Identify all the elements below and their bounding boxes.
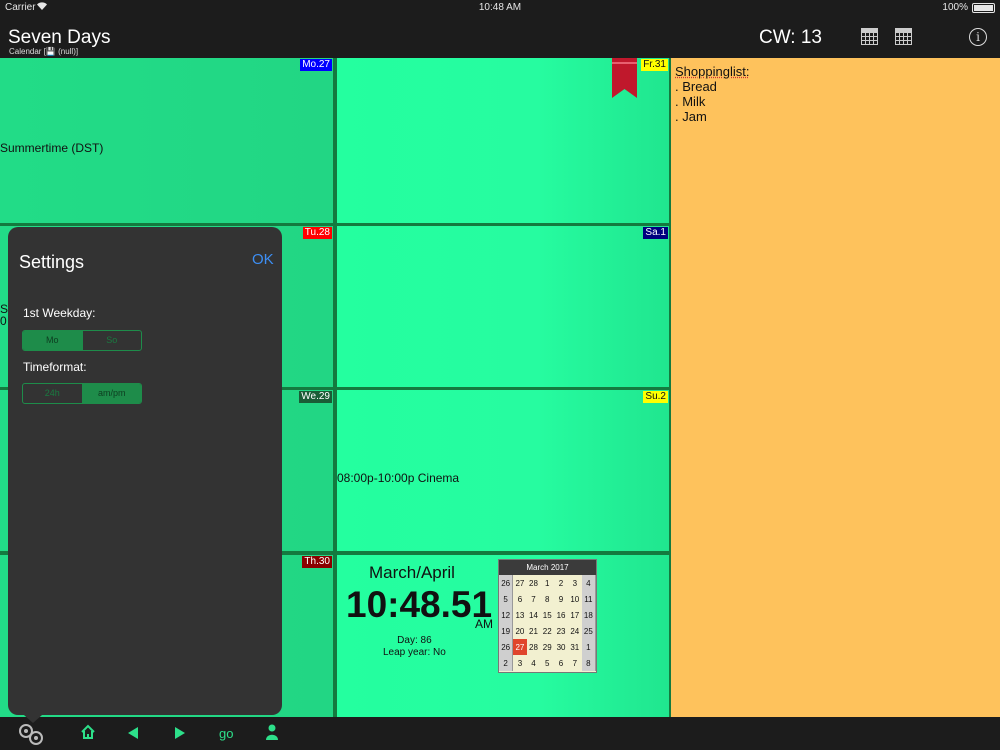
mini-calendar-day[interactable]: 21 <box>527 623 541 639</box>
notes-heading: Shoppinglist: <box>675 64 750 79</box>
calendar-week-icon[interactable] <box>895 28 912 45</box>
timeformat-label: Timeformat: <box>23 360 87 374</box>
timeformat-option-24h[interactable]: 24h <box>23 384 82 403</box>
mini-calendar-day[interactable]: 17 <box>568 607 582 623</box>
event-entry-partial: 0 <box>0 314 7 328</box>
mini-calendar-day[interactable]: 11 <box>581 591 596 607</box>
go-button[interactable]: go <box>219 726 233 741</box>
notes-item: . Bread <box>675 79 717 94</box>
mini-calendar-day[interactable]: 3 <box>568 575 582 591</box>
timeformat-option-ampm[interactable]: am/pm <box>81 384 141 403</box>
mini-calendar-day[interactable]: 8 <box>581 655 596 671</box>
mini-calendar-day[interactable]: 19 <box>499 623 513 639</box>
event-entry[interactable]: 08:00p-10:00p Cinema <box>337 471 459 485</box>
mini-calendar-title: March 2017 <box>499 560 596 575</box>
day-cell-monday[interactable]: Mo.27 Summertime (DST) <box>0 58 333 223</box>
battery-percent: 100% <box>942 2 968 13</box>
mini-calendar-day[interactable]: 20 <box>512 623 527 639</box>
weekday-segmented-control[interactable]: Mo So <box>22 330 142 351</box>
clock-ampm: AM <box>475 617 493 631</box>
notes-item: . Jam <box>675 109 707 124</box>
mini-calendar-day[interactable]: 6 <box>512 591 527 607</box>
mini-calendar-day[interactable]: 23 <box>554 623 568 639</box>
battery-icon <box>972 3 995 13</box>
status-time: 10:48 AM <box>478 2 522 13</box>
mini-calendar-table: 26 27 28 1 2 3 4 5 6 7 8 9 10 11 12 13 14 15 16 17 18 19 20 21 2… <box>499 575 596 671</box>
calendar-source: Calendar [💾 (null)] <box>9 47 79 56</box>
mini-calendar-day[interactable]: 4 <box>527 655 541 671</box>
mini-calendar-day[interactable]: 10 <box>568 591 582 607</box>
mini-calendar-day[interactable]: 30 <box>554 639 568 655</box>
mini-calendar-day[interactable]: 8 <box>540 591 554 607</box>
mini-calendar-day[interactable]: 27 <box>512 575 527 591</box>
mini-calendar-day[interactable]: 28 <box>527 639 541 655</box>
ok-button[interactable]: OK <box>252 251 274 268</box>
mini-calendar-day[interactable]: 1 <box>540 575 554 591</box>
mini-calendar-day[interactable]: 18 <box>581 607 596 623</box>
day-label-tuesday: Tu.28 <box>302 227 332 239</box>
mini-calendar-day[interactable]: 14 <box>527 607 541 623</box>
day-cell-sunday[interactable]: Su.2 08:00p-10:00p Cinema <box>337 390 669 551</box>
mini-calendar-day[interactable]: 2 <box>554 575 568 591</box>
mini-calendar-day[interactable]: 15 <box>540 607 554 623</box>
mini-calendar-day[interactable]: 22 <box>540 623 554 639</box>
status-bar: Carrier 10:48 AM 100% <box>0 0 1000 16</box>
day-info: Day: 86 Leap year: No <box>383 635 446 659</box>
mini-calendar-day[interactable]: 13 <box>512 607 527 623</box>
mini-calendar-day[interactable]: 5 <box>499 591 513 607</box>
day-label-thursday: Th.30 <box>302 556 332 568</box>
settings-title: Settings <box>19 252 85 272</box>
mini-calendar-day[interactable]: 24 <box>568 623 582 639</box>
leap-year: Leap year: No <box>383 647 446 658</box>
event-entry[interactable]: Summertime (DST) <box>0 141 103 155</box>
mini-calendar-day[interactable]: 27 <box>512 639 527 655</box>
mini-calendar-day[interactable]: 16 <box>554 607 568 623</box>
weekday-option-so[interactable]: So <box>81 331 142 350</box>
day-label-friday: Fr.31 <box>641 59 668 71</box>
mini-calendar-day[interactable]: 2 <box>499 655 513 671</box>
settings-gears-icon[interactable] <box>16 722 46 746</box>
info-icon[interactable]: i <box>969 28 987 46</box>
mini-calendar-day[interactable]: 28 <box>527 575 541 591</box>
mini-calendar-day[interactable]: 9 <box>554 591 568 607</box>
month-label: March/April <box>369 563 455 582</box>
mini-calendar-day[interactable]: 26 <box>499 575 513 591</box>
next-arrow-icon[interactable] <box>174 726 186 742</box>
bottom-toolbar <box>0 717 1000 750</box>
mini-calendar[interactable]: March 2017 26 27 28 1 2 3 4 5 6 7 8 9 10 11 12 13 14 15 16… <box>498 559 597 673</box>
mini-calendar-day[interactable]: 25 <box>581 623 596 639</box>
previous-arrow-icon[interactable] <box>127 726 139 742</box>
weekday-label: 1st Weekday: <box>23 306 96 320</box>
mini-calendar-day[interactable]: 5 <box>540 655 554 671</box>
day-of-year: Day: 86 <box>397 635 432 646</box>
mini-calendar-day[interactable]: 31 <box>568 639 582 655</box>
top-bar: Seven Days Calendar [💾 (null)] CW: 13 i <box>0 16 1000 58</box>
home-icon[interactable] <box>80 724 96 743</box>
day-label-saturday: Sa.1 <box>643 227 668 239</box>
mini-calendar-day[interactable]: 7 <box>568 655 582 671</box>
day-label-sunday: Su.2 <box>643 391 668 403</box>
mini-calendar-day[interactable]: 6 <box>554 655 568 671</box>
day-label-wednesday: We.29 <box>299 391 332 403</box>
mini-calendar-day[interactable]: 12 <box>499 607 513 623</box>
calendar-icon[interactable] <box>861 28 878 45</box>
mini-calendar-day[interactable]: 3 <box>512 655 527 671</box>
settings-popover: Settings OK 1st Weekday: Mo So Timeforma… <box>8 227 282 715</box>
day-cell-saturday[interactable]: Sa.1 <box>337 226 669 387</box>
person-icon[interactable] <box>265 724 279 743</box>
mini-calendar-day[interactable]: 26 <box>499 639 513 655</box>
clock-time: 10:48.51 <box>346 584 493 625</box>
weekday-option-mo[interactable]: Mo <box>23 331 82 350</box>
notes-panel[interactable]: Shoppinglist: . Bread . Milk . Jam <box>671 58 1000 717</box>
mini-calendar-day[interactable]: 7 <box>527 591 541 607</box>
mini-calendar-day[interactable]: 1 <box>581 639 596 655</box>
mini-calendar-day[interactable]: 29 <box>540 639 554 655</box>
day-label-monday: Mo.27 <box>300 59 332 71</box>
calendar-week[interactable]: CW: 13 <box>759 27 822 49</box>
timeformat-segmented-control[interactable]: 24h am/pm <box>22 383 142 404</box>
mini-calendar-day[interactable]: 4 <box>581 575 596 591</box>
notes-item: . Milk <box>675 94 706 109</box>
app-title: Seven Days <box>8 27 111 48</box>
bookmark-icon[interactable] <box>612 58 637 98</box>
